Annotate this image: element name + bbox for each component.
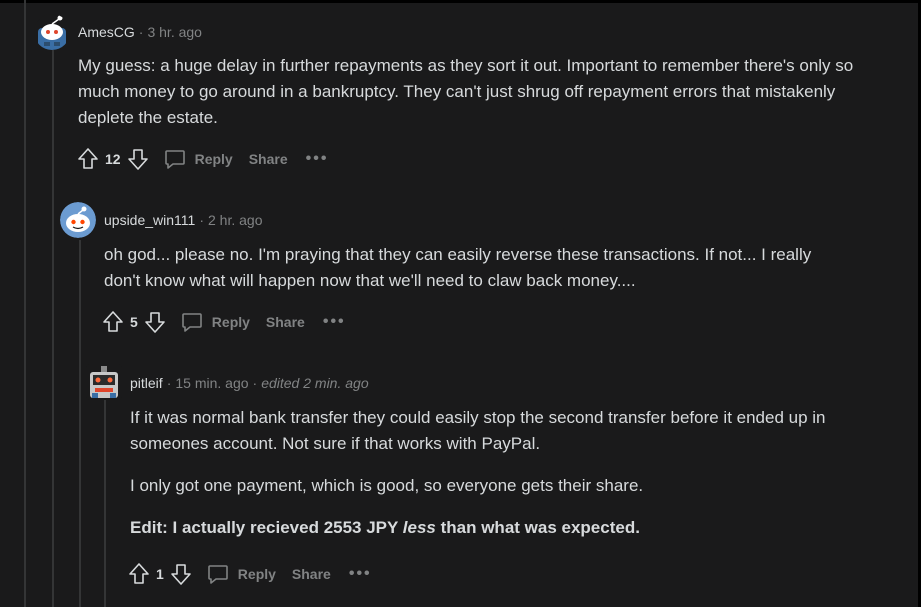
more-icon: •••	[348, 565, 372, 582]
comment-body: My guess: a huge delay in further repaym…	[78, 53, 868, 131]
robot-avatar-icon	[86, 364, 122, 400]
reply-label: Reply	[194, 151, 233, 167]
thread-line[interactable]	[104, 400, 106, 607]
vote-group: 1	[128, 562, 192, 586]
more-icon: •••	[322, 313, 346, 330]
vote-group: 12	[77, 147, 149, 171]
more-options-button[interactable]: •••	[323, 313, 346, 331]
vote-score: 12	[105, 151, 121, 167]
vote-score: 1	[156, 566, 164, 582]
share-label: Share	[291, 566, 331, 582]
thread-line[interactable]	[52, 50, 54, 607]
username[interactable]: upside_win111	[104, 212, 195, 228]
edit-emphasis: less	[402, 518, 436, 537]
snoo-avatar-icon	[34, 14, 70, 50]
separator-dot: ·	[199, 212, 204, 228]
more-options-button[interactable]: •••	[306, 150, 329, 168]
window-top-border	[0, 0, 921, 3]
vote-group: 5	[102, 310, 166, 334]
username[interactable]: pitleif	[130, 375, 163, 391]
comment-edit-note: Edit: I actually recieved 2553 JPY less …	[130, 515, 860, 541]
comment-body: oh god... please no. I'm praying that th…	[104, 242, 844, 294]
separator-dot: ·	[252, 375, 258, 391]
reply-button[interactable]: Reply	[206, 562, 276, 586]
reply-label: Reply	[237, 566, 276, 582]
timestamp[interactable]: 15 min. ago	[175, 375, 248, 391]
share-label: Share	[248, 151, 288, 167]
comment-paragraph: I only got one payment, which is good, s…	[130, 476, 644, 495]
downvote-icon[interactable]	[170, 562, 192, 586]
thread-line[interactable]	[24, 0, 26, 607]
downvote-icon[interactable]	[127, 147, 149, 171]
upvote-icon[interactable]	[128, 562, 150, 586]
upvote-icon[interactable]	[77, 147, 99, 171]
timestamp[interactable]: 3 hr. ago	[147, 24, 202, 40]
username[interactable]: AmesCG	[78, 24, 135, 40]
snoo-avatar-icon	[60, 202, 96, 238]
comment-actions: 12 Reply Share •••	[77, 146, 328, 172]
comment-bubble-icon	[207, 565, 228, 584]
reply-button[interactable]: Reply	[180, 310, 250, 334]
comment-body: If it was normal bank transfer they coul…	[130, 405, 860, 541]
more-icon: •••	[305, 150, 329, 167]
edit-prefix: Edit: I actually recieved 2553 JPY	[130, 518, 403, 537]
reply-label: Reply	[211, 314, 250, 330]
comment-bubble-icon	[164, 150, 185, 169]
downvote-icon[interactable]	[144, 310, 166, 334]
more-options-button[interactable]: •••	[349, 565, 372, 583]
comment-text: My guess: a huge delay in further repaym…	[78, 56, 854, 127]
avatar[interactable]	[60, 202, 96, 238]
comment-actions: 1 Reply Share •••	[128, 561, 372, 587]
comment-paragraph: If it was normal bank transfer they coul…	[130, 408, 826, 453]
comment-meta: AmesCG · 3 hr. ago	[78, 24, 202, 40]
comment-meta: upside_win111 · 2 hr. ago	[104, 212, 263, 228]
comment-actions: 5 Reply Share •••	[102, 309, 346, 335]
reply-button[interactable]: Reply	[163, 147, 233, 171]
comment-text: oh god... please no. I'm praying that th…	[104, 245, 812, 290]
upvote-icon[interactable]	[102, 310, 124, 334]
edit-suffix: than what was expected.	[435, 518, 640, 537]
vote-score: 5	[130, 314, 138, 330]
comment-meta: pitleif · 15 min. ago · edited 2 min. ago	[130, 375, 369, 391]
timestamp[interactable]: 2 hr. ago	[208, 212, 263, 228]
avatar[interactable]	[86, 364, 122, 400]
separator-dot: ·	[138, 24, 144, 40]
share-button[interactable]: Share	[266, 314, 305, 330]
avatar[interactable]	[34, 14, 70, 50]
share-button[interactable]: Share	[249, 151, 288, 167]
share-button[interactable]: Share	[292, 566, 331, 582]
edited-timestamp: edited 2 min. ago	[261, 375, 369, 391]
thread-line[interactable]	[79, 240, 81, 607]
share-label: Share	[265, 314, 305, 330]
comment-bubble-icon	[181, 313, 202, 332]
separator-dot: ·	[166, 375, 172, 391]
